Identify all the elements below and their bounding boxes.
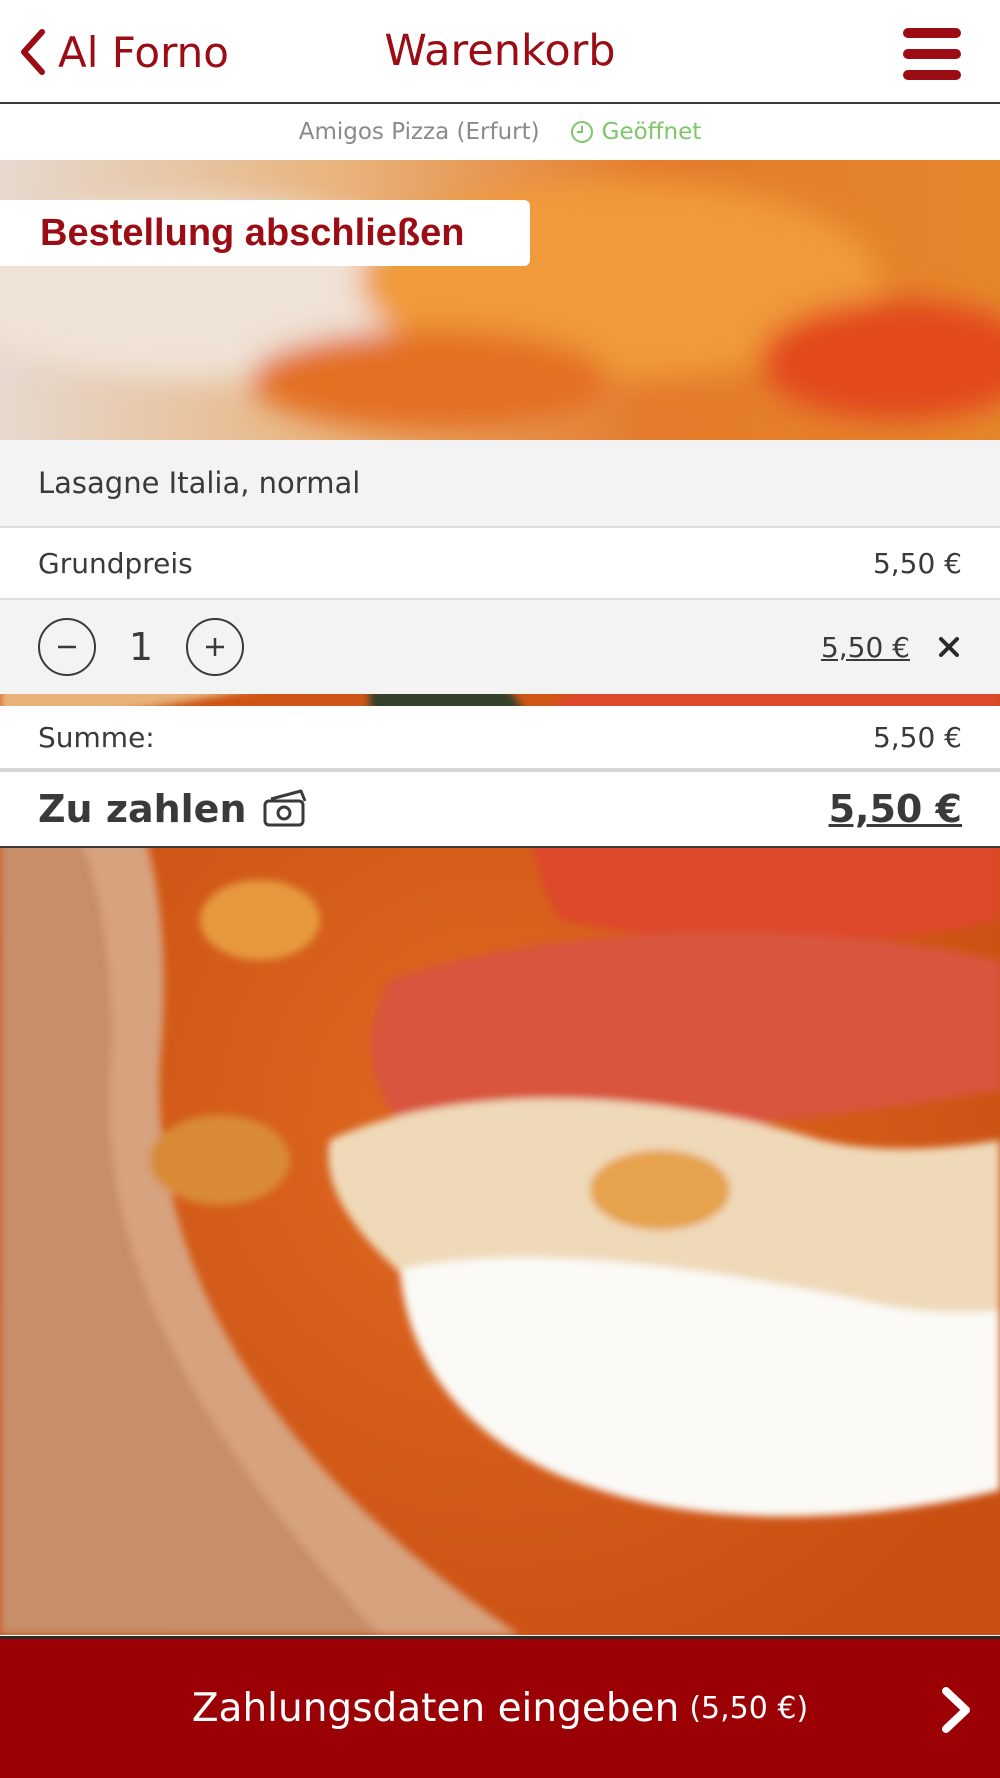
remove-item-icon[interactable] <box>936 634 962 660</box>
line-total-group: 5,50 € <box>821 631 962 664</box>
cta-label: Zahlungsdaten eingeben <box>191 1686 680 1731</box>
chevron-right-icon <box>942 1687 970 1733</box>
hamburger-menu-icon <box>903 28 961 38</box>
total-label-group: Zu zahlen <box>38 787 311 831</box>
clock-icon <box>570 121 593 143</box>
line-total[interactable]: 5,50 € <box>821 631 910 664</box>
decrease-quantity-button[interactable] <box>38 618 96 676</box>
cta-amount: (5,50 €) <box>689 1691 809 1726</box>
total-value: 5,50 € <box>828 787 962 831</box>
cart-summary: Lasagne Italia, normal Grundpreis 5,50 €… <box>0 440 1000 848</box>
total-label: Zu zahlen <box>38 787 247 831</box>
base-price-row: Grundpreis 5,50 € <box>0 528 1000 600</box>
plus-icon <box>206 638 224 656</box>
quantity-value: 1 <box>128 625 154 669</box>
section-heading: Bestellung abschließen <box>0 200 530 266</box>
enter-payment-button[interactable]: Zahlungsdaten eingeben (5,50 €) <box>0 1636 1000 1778</box>
menu-button[interactable] <box>895 28 965 80</box>
minus-icon <box>58 645 76 649</box>
base-price-value: 5,50 € <box>872 546 962 580</box>
store-name: Amigos Pizza (Erfurt) <box>298 119 540 145</box>
store-status-label: Geöffnet <box>601 119 702 145</box>
cart-item-title: Lasagne Italia, normal <box>0 440 1000 528</box>
top-bar: Al Forno Warenkorb <box>0 0 1000 104</box>
quantity-row: 1 5,50 € <box>0 600 1000 694</box>
subtotal-label: Summe: <box>38 720 155 754</box>
store-info-bar: Amigos Pizza (Erfurt) Geöffnet <box>0 104 1000 160</box>
page-title: Warenkorb <box>384 26 616 76</box>
total-row: Zu zahlen 5,50 € <box>0 772 1000 848</box>
pizza-photo <box>0 160 1000 1635</box>
cash-icon <box>263 789 306 827</box>
pizza-background-image <box>0 160 1000 1635</box>
hamburger-bar <box>903 49 961 59</box>
divider <box>0 694 1000 706</box>
subtotal-value: 5,50 € <box>872 720 962 754</box>
base-price-label: Grundpreis <box>38 546 193 580</box>
cart-screen: Al Forno Warenkorb Amigos Pizza (Erfurt)… <box>0 0 1000 1778</box>
store-status: Geöffnet <box>570 119 702 145</box>
quantity-stepper: 1 <box>38 618 244 676</box>
hamburger-bar <box>903 70 961 80</box>
increase-quantity-button[interactable] <box>186 618 244 676</box>
subtotal-row: Summe: 5,50 € <box>0 706 1000 772</box>
